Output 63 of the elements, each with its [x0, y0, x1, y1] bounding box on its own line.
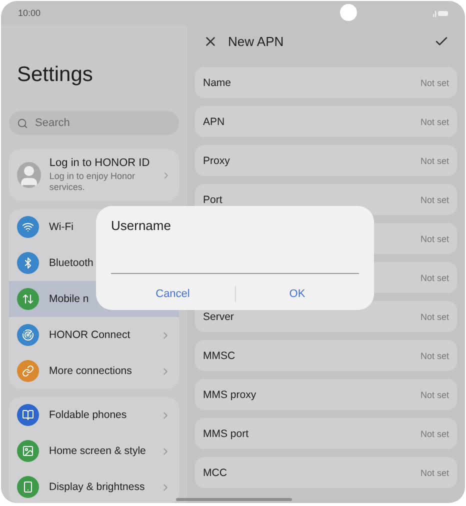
field-label: APN — [203, 116, 225, 128]
sidebar-item[interactable]: Bluetooth — [9, 245, 179, 281]
field-label: Port — [203, 194, 222, 206]
dialog-button[interactable]: OK — [236, 284, 359, 304]
field-label: MMSC — [203, 350, 236, 362]
status-time: 10:00 — [18, 8, 41, 18]
field-label: MMS proxy — [203, 388, 256, 400]
apn-field-row[interactable]: MMS proxy Not set — [195, 379, 457, 410]
search-input[interactable]: Search — [33, 116, 157, 130]
radar-icon — [17, 324, 39, 346]
field-value: Not set — [420, 428, 449, 438]
field-value: Not set — [420, 234, 449, 244]
field-value: Not set — [420, 272, 449, 282]
signal-battery-icon — [433, 10, 449, 16]
apn-field-row[interactable]: Proxy Not set — [195, 145, 457, 176]
sidebar-item-label: Home screen & style — [49, 445, 146, 457]
apn-field-row[interactable]: MMSC Not set — [195, 340, 457, 371]
search-field[interactable]: Search — [9, 111, 179, 135]
sidebar-item-label: Foldable phones — [49, 409, 127, 421]
wifi-icon — [17, 216, 39, 238]
phone-icon — [17, 476, 39, 498]
field-value: Not set — [420, 390, 449, 400]
sidebar-item-label: Bluetooth — [49, 257, 94, 269]
field-label: Server — [203, 310, 234, 322]
account-subtitle: Log in to enjoy Honor services. — [49, 171, 136, 193]
book-icon — [17, 404, 39, 426]
image-icon — [17, 440, 39, 462]
apn-field-row[interactable]: Name Not set — [195, 67, 457, 98]
avatar-icon — [17, 162, 42, 188]
apn-field-row[interactable]: MCC Not set — [195, 457, 457, 488]
sidebar-item[interactable]: HONOR Connect — [9, 317, 179, 353]
account-card[interactable]: Log in to HONOR ID Log in to enjoy Honor services. — [9, 149, 179, 201]
dialog-title: Username — [111, 218, 172, 233]
sidebar-item[interactable]: More connections — [9, 353, 179, 389]
sidebar-item[interactable]: Foldable phones — [9, 397, 179, 433]
apn-field-row[interactable]: APN Not set — [195, 106, 457, 137]
field-value: Not set — [420, 116, 449, 126]
field-label: Name — [203, 76, 232, 88]
field-value: Not set — [420, 350, 449, 360]
page-title: New APN — [228, 34, 285, 48]
settings-title: Settings — [17, 62, 94, 88]
sidebar-item-label: Display & brightness — [49, 481, 145, 493]
sidebar-item-label: Mobile n — [49, 293, 89, 305]
arrows-icon — [17, 288, 39, 310]
camera-hole — [340, 4, 357, 21]
field-value: Not set — [420, 194, 449, 204]
apn-field-row[interactable]: MMS port Not set — [195, 418, 457, 449]
field-value: Not set — [420, 156, 449, 166]
field-label: MCC — [203, 466, 227, 478]
account-title: Log in to HONOR ID — [49, 157, 151, 169]
sidebar-item[interactable]: Display & brightness — [9, 469, 179, 503]
bluetooth-icon — [17, 252, 39, 274]
field-label: Proxy — [203, 154, 230, 166]
sidebar-item[interactable]: Home screen & style — [9, 433, 179, 469]
search-icon — [17, 118, 28, 128]
field-value: Not set — [420, 78, 449, 88]
field-value: Not set — [420, 468, 449, 478]
sidebar-item-label: More connections — [49, 365, 132, 377]
field-value: Not set — [420, 312, 449, 322]
field-label: MMS port — [203, 428, 249, 440]
sidebar-item-label: Wi-Fi — [49, 221, 74, 233]
link-icon — [17, 360, 39, 382]
sidebar-item-label: HONOR Connect — [49, 329, 130, 341]
